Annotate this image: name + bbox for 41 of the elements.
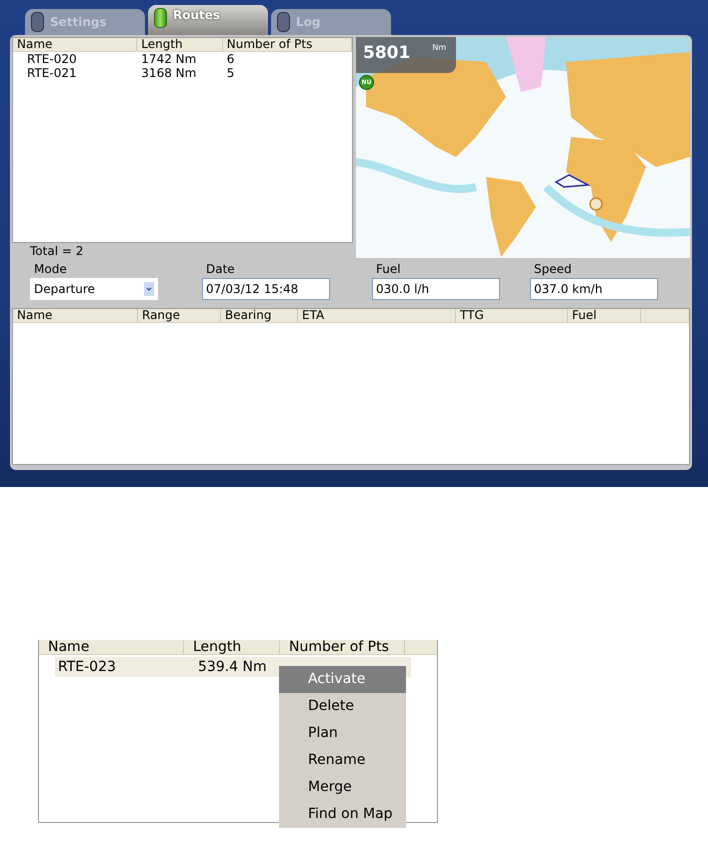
table-cell-text: 3168 Nm	[140, 66, 198, 80]
column-header[interactable]: Bearing	[221, 309, 298, 322]
mode-dropdown[interactable]: Departure	[30, 278, 158, 300]
caret-icon	[144, 282, 154, 296]
menu-item[interactable]: Delete	[279, 693, 406, 720]
menu-item[interactable]: Rename	[279, 747, 406, 774]
indicator-icon	[277, 12, 290, 32]
menu-item[interactable]: Merge	[279, 774, 406, 801]
table-cell-text: RTE-021	[26, 66, 78, 80]
menu-item[interactable]: Find on Map	[279, 801, 406, 828]
table-cell-text: 1742 Nm	[140, 52, 198, 66]
column-header[interactable]: ETA	[298, 309, 456, 322]
input-field[interactable]: 07/03/12 15:48	[202, 278, 330, 300]
menu-item[interactable]: Plan	[279, 720, 406, 747]
column-header[interactable]: Length	[137, 38, 223, 51]
table-cell-text: 5	[226, 66, 236, 80]
menu-item[interactable]: Activate	[279, 666, 406, 693]
indicator-icon	[31, 12, 44, 32]
table-cell-text: 6	[226, 52, 236, 66]
table-cell-text: 539.4 Nm	[197, 659, 268, 675]
field-label: Mode	[34, 262, 68, 276]
table-cell-text: RTE-023	[57, 659, 117, 675]
column-header[interactable]: Range	[138, 309, 221, 322]
table-cell-text: RTE-020	[26, 52, 78, 66]
total-count: Total = 2	[30, 244, 84, 258]
field-label: Speed	[534, 262, 573, 276]
input-field[interactable]: 037.0 km/h	[530, 278, 658, 300]
distance-unit: Nm	[432, 43, 446, 52]
distance-value: 5801	[363, 43, 410, 63]
column-header[interactable]: Length	[184, 640, 280, 654]
column-header[interactable]: Number of Pts	[222, 38, 352, 51]
column-header[interactable]: Fuel	[568, 309, 641, 322]
input-field[interactable]: 030.0 l/h	[372, 278, 500, 300]
field-label: Fuel	[376, 262, 402, 276]
indicator-icon	[154, 8, 167, 28]
column-header[interactable]: Name	[39, 640, 184, 654]
column-header[interactable]: Number of Pts	[280, 640, 405, 654]
column-header[interactable]: TTG	[456, 309, 568, 322]
column-header[interactable]: Name	[13, 309, 138, 322]
column-header[interactable]: Name	[13, 38, 138, 51]
field-label: Date	[206, 262, 236, 276]
